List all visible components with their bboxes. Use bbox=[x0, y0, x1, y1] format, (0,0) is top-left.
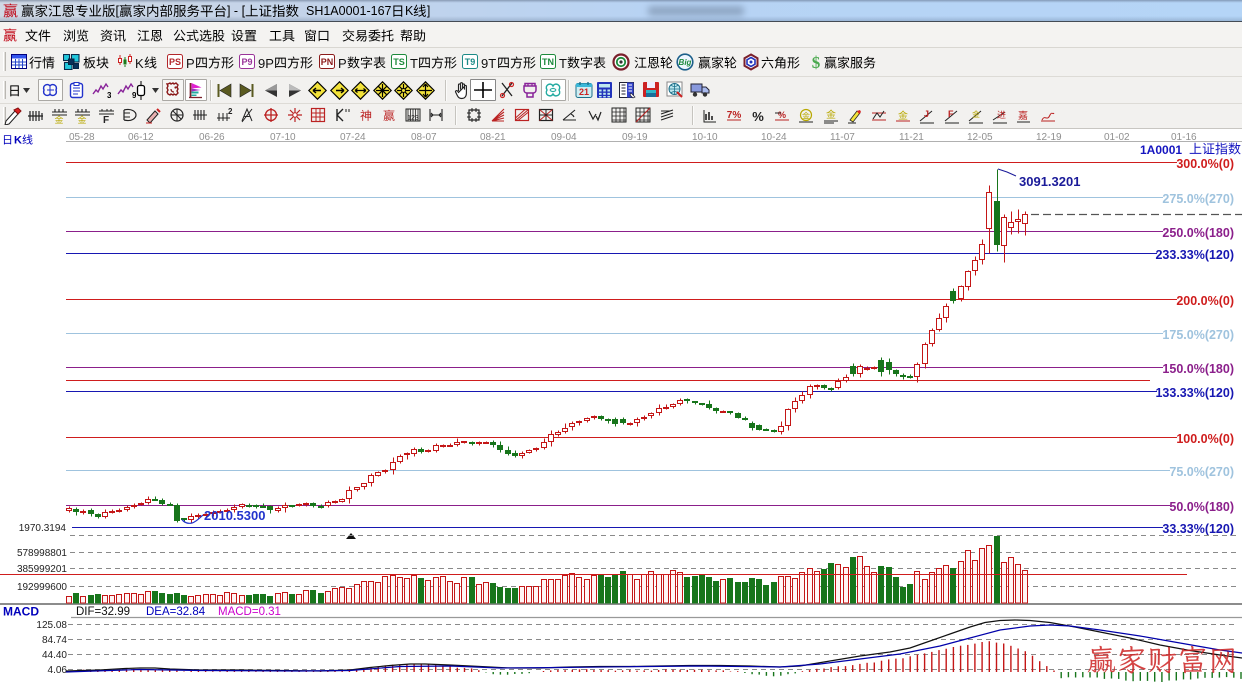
svg-text:3091.3201: 3091.3201 bbox=[1019, 174, 1080, 189]
svg-text:F: F bbox=[948, 109, 954, 119]
svg-text:200.0%(0): 200.0%(0) bbox=[1176, 294, 1234, 308]
svg-text:192999600: 192999600 bbox=[17, 582, 67, 593]
svg-text:4.06: 4.06 bbox=[48, 665, 68, 676]
svg-text:10-24: 10-24 bbox=[761, 132, 787, 143]
svg-text:J: J bbox=[924, 109, 929, 119]
svg-text:125.08: 125.08 bbox=[36, 620, 67, 631]
svg-text:F: F bbox=[103, 115, 109, 125]
svg-text:DEA=32.84: DEA=32.84 bbox=[146, 606, 206, 618]
svg-text:%: % bbox=[752, 109, 764, 124]
svg-text:75.0%(270): 75.0%(270) bbox=[1169, 465, 1234, 479]
svg-text:21: 21 bbox=[579, 87, 589, 97]
svg-text:150.0%(180): 150.0%(180) bbox=[1162, 362, 1234, 376]
svg-text:300.0%(0): 300.0%(0) bbox=[1176, 157, 1234, 171]
svg-text:08-21: 08-21 bbox=[480, 132, 506, 143]
svg-text:1970.3194: 1970.3194 bbox=[19, 523, 67, 534]
svg-text:50.0%(180): 50.0%(180) bbox=[1169, 500, 1234, 514]
svg-text:05-28: 05-28 bbox=[69, 132, 95, 143]
svg-text:1A0001: 1A0001 bbox=[1140, 143, 1182, 157]
svg-text:44.40: 44.40 bbox=[42, 650, 67, 661]
svg-text:06-12: 06-12 bbox=[128, 132, 154, 143]
svg-text:P9: P9 bbox=[241, 57, 252, 67]
svg-text:10-10: 10-10 bbox=[692, 132, 718, 143]
svg-text:578998801: 578998801 bbox=[17, 548, 67, 559]
svg-text:175.0%(270): 175.0%(270) bbox=[1162, 328, 1234, 342]
svg-text:09-04: 09-04 bbox=[551, 132, 577, 143]
svg-text:3: 3 bbox=[107, 91, 111, 99]
svg-text:7%: 7% bbox=[727, 110, 742, 121]
svg-text:385999201: 385999201 bbox=[17, 564, 67, 575]
svg-text:123: 123 bbox=[407, 115, 419, 122]
svg-text:12-05: 12-05 bbox=[967, 132, 993, 143]
svg-text:TN: TN bbox=[542, 57, 554, 67]
svg-text:K: K bbox=[14, 135, 22, 147]
svg-text:08-07: 08-07 bbox=[411, 132, 437, 143]
svg-text:TS: TS bbox=[393, 57, 405, 67]
svg-text:12-19: 12-19 bbox=[1036, 132, 1062, 143]
svg-text:MACD=0.31: MACD=0.31 bbox=[218, 606, 281, 618]
svg-text:07-24: 07-24 bbox=[340, 132, 366, 143]
svg-text:PS: PS bbox=[169, 57, 181, 67]
svg-text:06-26: 06-26 bbox=[199, 132, 225, 143]
svg-text:07-10: 07-10 bbox=[270, 132, 296, 143]
svg-text:T9: T9 bbox=[465, 57, 476, 67]
svg-text:Big: Big bbox=[679, 58, 692, 67]
svg-text:01-16: 01-16 bbox=[1171, 132, 1197, 143]
svg-text:01-02: 01-02 bbox=[1104, 132, 1130, 143]
svg-text:133.33%(120): 133.33%(120) bbox=[1155, 386, 1234, 400]
svg-text:233.33%(120): 233.33%(120) bbox=[1155, 248, 1234, 262]
svg-text:84.74: 84.74 bbox=[42, 635, 67, 646]
svg-text:33.33%(120): 33.33%(120) bbox=[1162, 522, 1234, 536]
svg-text:11-21: 11-21 bbox=[899, 132, 924, 143]
svg-text:275.0%(270): 275.0%(270) bbox=[1162, 192, 1234, 206]
svg-text:09-19: 09-19 bbox=[622, 132, 648, 143]
svg-text:DIF=32.99: DIF=32.99 bbox=[76, 606, 130, 618]
svg-text:PN: PN bbox=[321, 57, 334, 67]
svg-text:11-07: 11-07 bbox=[830, 132, 855, 143]
svg-text:MACD: MACD bbox=[3, 605, 39, 619]
svg-text:2: 2 bbox=[228, 107, 233, 116]
svg-text:2010.5300: 2010.5300 bbox=[204, 508, 265, 523]
svg-text:250.0%(180): 250.0%(180) bbox=[1162, 226, 1234, 240]
svg-text:100.0%(0): 100.0%(0) bbox=[1176, 432, 1234, 446]
svg-text:%: % bbox=[778, 110, 786, 120]
svg-text:$: $ bbox=[812, 53, 821, 72]
